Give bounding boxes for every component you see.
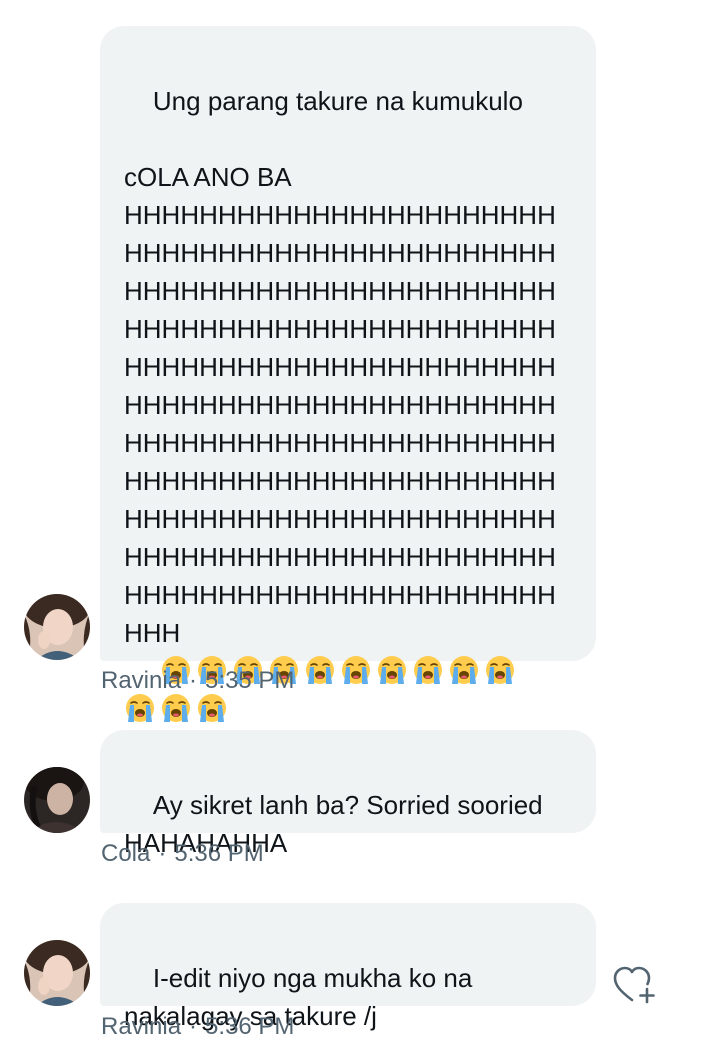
loudly-crying-face-icon bbox=[414, 656, 443, 684]
loudly-crying-face-icon bbox=[306, 656, 335, 684]
meta-separator: · bbox=[189, 1013, 198, 1040]
sender-name[interactable]: Ravinia bbox=[101, 667, 181, 694]
message-bubble[interactable]: Ay sikret lanh ba? Sorried sooried HAHAH… bbox=[100, 730, 596, 858]
sender-name[interactable]: Cola bbox=[101, 840, 150, 867]
avatar[interactable] bbox=[24, 940, 90, 1006]
timestamp: 5:36 PM bbox=[205, 1013, 295, 1040]
message-meta: Ravinia · 5:35 PM bbox=[101, 666, 294, 696]
message-text: Ung parang takure na kumukulo cOLA ANO B… bbox=[124, 86, 556, 648]
loudly-crying-face-icon bbox=[378, 656, 407, 684]
meta-separator: · bbox=[158, 840, 167, 867]
sender-name[interactable]: Ravinia bbox=[101, 1013, 181, 1040]
loudly-crying-face-icon bbox=[162, 694, 190, 722]
timestamp: 5:35 PM bbox=[205, 667, 295, 694]
add-reaction-button[interactable] bbox=[612, 964, 658, 1006]
loudly-crying-face-icon bbox=[126, 694, 154, 722]
dm-thread: Ung parang takure na kumukulo cOLA ANO B… bbox=[0, 0, 720, 1059]
message-bubble[interactable]: Ung parang takure na kumukulo cOLA ANO B… bbox=[100, 26, 596, 722]
message-meta: Cola · 5:36 PM bbox=[101, 839, 264, 869]
heart-plus-icon bbox=[613, 966, 655, 1004]
loudly-crying-face-icon bbox=[198, 694, 226, 722]
avatar[interactable] bbox=[24, 767, 90, 833]
loudly-crying-face-icon bbox=[450, 656, 479, 684]
avatar[interactable] bbox=[24, 594, 90, 660]
message-bubble[interactable]: I-edit niyo nga mukha ko na nakalagay sa… bbox=[100, 903, 596, 1031]
meta-separator: · bbox=[189, 667, 198, 694]
loudly-crying-face-icon bbox=[342, 656, 371, 684]
loudly-crying-face-icon bbox=[486, 656, 515, 684]
message-meta: Ravinia · 5:36 PM bbox=[101, 1012, 294, 1042]
timestamp: 5:36 PM bbox=[174, 840, 264, 867]
